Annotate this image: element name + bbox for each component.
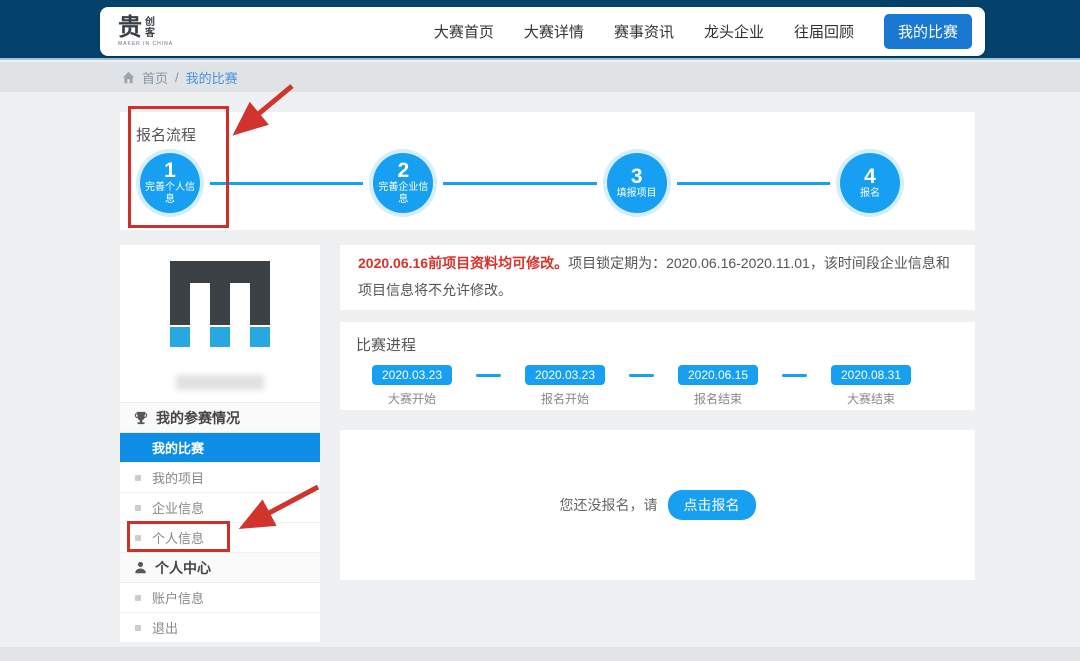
register-prompt-text: 您还没报名，请 [560, 495, 658, 515]
milestone-label: 报名结束 [694, 390, 742, 407]
milestone-label: 大赛结束 [847, 390, 895, 407]
step-connector [443, 182, 596, 185]
step-3-project[interactable]: 3 填报项目 [607, 153, 667, 213]
flow-steps: 1 完善个人信息 2 完善企业信息 3 填报项目 4 报名 [120, 153, 975, 213]
sidebar-item-my-competition[interactable]: 我的比赛 [120, 433, 320, 463]
top-navy-bar: 贵 创 客 MAKER IN CHINA 大赛首页 大赛详情 赛事资讯 龙头企业… [0, 0, 1080, 60]
step-label: 报名 [844, 188, 896, 200]
bullet-icon [135, 595, 141, 601]
nav-item-news[interactable]: 赛事资讯 [614, 21, 674, 42]
sidebar-section-competition: 我的参赛情况 [120, 403, 320, 433]
my-competition-button[interactable]: 我的比赛 [884, 14, 972, 49]
nav-item-past[interactable]: 往届回顾 [794, 21, 854, 42]
step-number: 3 [631, 167, 643, 187]
breadcrumb-home[interactable]: 首页 [142, 68, 168, 87]
timeline: 2020.03.23 大赛开始 2020.03.23 报名开始 2020.06.… [340, 365, 975, 407]
sidebar-item-label: 账户信息 [152, 588, 204, 607]
annotation-box-step1 [128, 106, 229, 228]
timeline-dash [782, 374, 807, 377]
milestone-date: 2020.06.15 [678, 365, 758, 385]
annotation-arrow-personal-info [238, 480, 326, 532]
page: 贵 创 客 MAKER IN CHINA 大赛首页 大赛详情 赛事资讯 龙头企业… [0, 0, 1080, 661]
sidebar-item-label: 我的项目 [152, 468, 204, 487]
sidebar-item-label: 企业信息 [152, 498, 204, 517]
milestone-competition-start: 2020.03.23 大赛开始 [368, 365, 456, 407]
milestone-label: 报名开始 [541, 390, 589, 407]
sidebar-section-title: 我的参赛情况 [156, 408, 240, 428]
click-to-register-button[interactable]: 点击报名 [668, 490, 756, 520]
register-prompt-panel: 您还没报名，请 点击报名 [340, 430, 975, 580]
step-connector [677, 182, 830, 185]
step-4-register[interactable]: 4 报名 [840, 153, 900, 213]
nav-item-details[interactable]: 大赛详情 [524, 21, 584, 42]
bullet-icon [135, 475, 141, 481]
navbar: 贵 创 客 MAKER IN CHINA 大赛首页 大赛详情 赛事资讯 龙头企业… [100, 7, 985, 56]
logo-mark-icon: 贵 [118, 16, 142, 40]
company-logo [170, 261, 270, 347]
footer-strip [0, 647, 1080, 661]
sidebar: 我的参赛情况 我的比赛 我的项目 企业信息 个人信息 个人中心 账户信息 [120, 245, 320, 643]
logo-subtitle: MAKER IN CHINA [118, 42, 173, 47]
annotation-box-personal-info [127, 521, 230, 552]
sidebar-item-label: 我的比赛 [152, 438, 204, 457]
bullet-icon [135, 625, 141, 631]
milestone-label: 大赛开始 [388, 390, 436, 407]
sidebar-section-title: 个人中心 [155, 558, 211, 578]
logo-cn-text: 创 客 [145, 18, 155, 39]
milestone-signup-end: 2020.06.15 报名结束 [674, 365, 762, 407]
milestone-date: 2020.03.23 [525, 365, 605, 385]
notice-highlight: 2020.06.16前项目资料均可修改。 [358, 255, 568, 271]
step-label: 完善企业信息 [377, 182, 429, 206]
person-icon [134, 561, 147, 574]
censored-username [176, 375, 264, 390]
sidebar-section-personal-center: 个人中心 [120, 553, 320, 583]
timeline-dash [629, 374, 654, 377]
notice-panel: 2020.06.16前项目资料均可修改。项目锁定期为：2020.06.16-20… [340, 245, 975, 310]
milestone-signup-start: 2020.03.23 报名开始 [521, 365, 609, 407]
step-number: 4 [864, 167, 876, 187]
trophy-icon [134, 411, 148, 425]
sidebar-item-account-info[interactable]: 账户信息 [120, 583, 320, 613]
site-logo[interactable]: 贵 创 客 MAKER IN CHINA [118, 16, 173, 47]
bullet-icon [135, 505, 141, 511]
home-icon [122, 71, 135, 84]
breadcrumb-separator: / [175, 70, 179, 85]
sidebar-item-label: 退出 [152, 618, 178, 637]
milestone-competition-end: 2020.08.31 大赛结束 [827, 365, 915, 407]
nav-item-enterprises[interactable]: 龙头企业 [704, 21, 764, 42]
step-connector [210, 182, 363, 185]
competition-progress-panel: 比赛进程 2020.03.23 大赛开始 2020.03.23 报名开始 202… [340, 322, 975, 410]
timeline-dash [476, 374, 501, 377]
step-2-company-info[interactable]: 2 完善企业信息 [373, 153, 433, 213]
step-number: 2 [397, 161, 409, 181]
nav-item-home[interactable]: 大赛首页 [434, 21, 494, 42]
milestone-date: 2020.03.23 [372, 365, 452, 385]
sidebar-item-logout[interactable]: 退出 [120, 613, 320, 643]
nav-menu: 大赛首页 大赛详情 赛事资讯 龙头企业 往届回顾 我的比赛 [434, 14, 972, 49]
annotation-arrow-step1 [228, 80, 300, 138]
progress-title: 比赛进程 [340, 332, 975, 365]
breadcrumb: 首页 / 我的比赛 [0, 62, 1080, 92]
milestone-date: 2020.08.31 [831, 365, 911, 385]
step-label: 填报项目 [611, 188, 663, 200]
profile-card [120, 245, 320, 403]
